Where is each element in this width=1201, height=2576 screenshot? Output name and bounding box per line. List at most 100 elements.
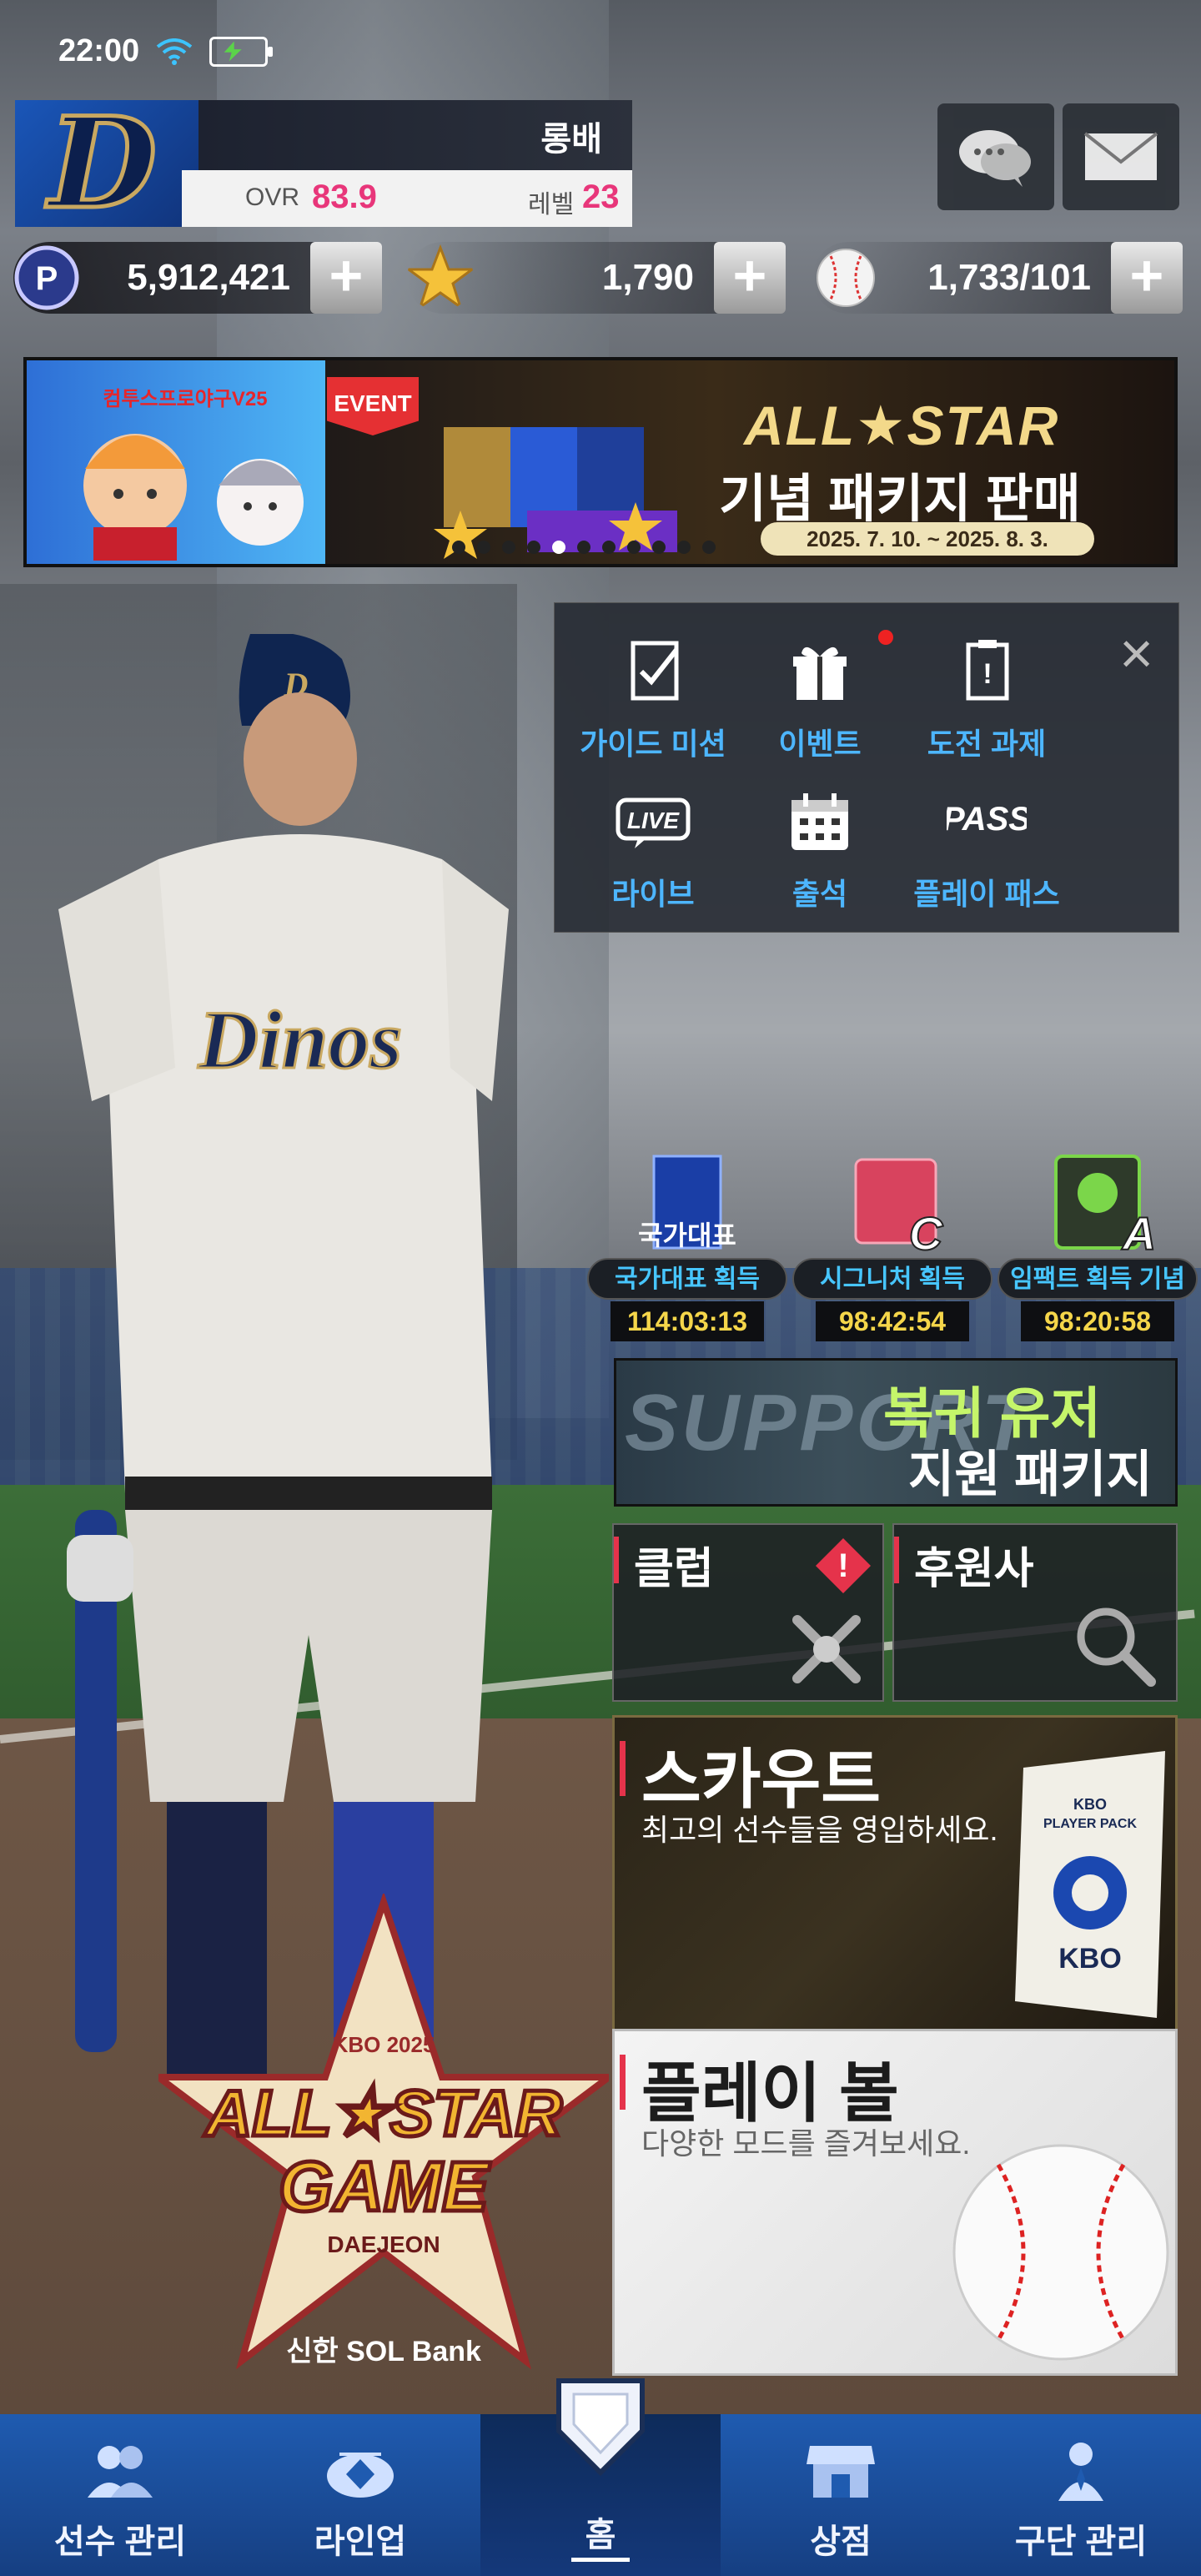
support-subtitle: 지원 패키지 bbox=[908, 1446, 1153, 1502]
nav-home-indicator bbox=[571, 2558, 630, 2562]
add-stars-button[interactable]: + bbox=[714, 242, 786, 314]
chat-button[interactable] bbox=[937, 103, 1054, 210]
gift-icon bbox=[793, 647, 847, 700]
stadium-icon bbox=[327, 2453, 394, 2498]
national-team-art-text: 국가대표 bbox=[638, 1220, 736, 1250]
banner-date: 2025. 7. 10. ~ 2025. 8. 3. bbox=[761, 522, 1094, 556]
scout-card[interactable]: 스카우트 최고의 선수들을 영입하세요. KBO PLAYER PACK KBO bbox=[612, 1715, 1178, 2044]
calendar-icon bbox=[791, 793, 848, 850]
impact-event[interactable]: A 임팩트 획득 기념 98:20:58 bbox=[997, 1151, 1198, 1343]
allstar-line1: ALL★STAR bbox=[204, 2076, 562, 2150]
status-bar: 22:00 bbox=[58, 33, 274, 69]
banner-page-dot[interactable] bbox=[652, 541, 666, 554]
signature-art-text: C bbox=[909, 1207, 944, 1260]
level-label: 레벨 bbox=[528, 191, 575, 219]
nav-home[interactable]: 홈 bbox=[480, 2378, 721, 2576]
pass-icon: PASS bbox=[947, 801, 1027, 838]
allstar-game-logo: KBO 2025 ALL★STAR GAME DAEJEON 신한 SOL Ba… bbox=[158, 1894, 609, 2370]
guide-mission-button[interactable]: 가이드 미션 bbox=[571, 620, 735, 767]
live-badge-text: LIVE bbox=[627, 808, 681, 833]
event-notification-dot bbox=[878, 630, 893, 645]
kbo-player-pack-icon: KBO PLAYER PACK KBO bbox=[1015, 1751, 1165, 2018]
nav-home-label: 홈 bbox=[585, 2517, 616, 2553]
banner-pagination[interactable] bbox=[452, 541, 716, 554]
banner-page-dot[interactable] bbox=[477, 541, 490, 554]
signature-card-icon: C bbox=[854, 1158, 945, 1260]
manager-name: 롱배 bbox=[540, 121, 602, 158]
currency-balls[interactable]: 1,733/101 + bbox=[812, 242, 1183, 314]
banner-page-dot[interactable] bbox=[552, 541, 565, 554]
national-team-card-icon: 국가대표 bbox=[638, 1155, 736, 1250]
nav-lineup[interactable]: 라인업 bbox=[240, 2414, 480, 2576]
challenge-button[interactable]: ! 도전 과제 bbox=[905, 620, 1068, 767]
currency-stars[interactable]: 1,790 + bbox=[407, 242, 786, 314]
impact-art-text: A bbox=[1121, 1207, 1156, 1260]
manager-icon bbox=[1058, 2443, 1103, 2501]
profile-panel[interactable]: D 롱배 OVR 83.9 레벨 23 bbox=[15, 100, 632, 227]
scout-subtitle: 최고의 선수들을 영입하세요. bbox=[641, 1813, 998, 1847]
pack-line1: KBO bbox=[1073, 1796, 1107, 1813]
sponsor-card[interactable]: 후원사 bbox=[892, 1523, 1178, 1702]
wifi-icon bbox=[156, 38, 193, 65]
impact-card-icon: A bbox=[1054, 1155, 1157, 1260]
play-pass-button[interactable]: PASS 플레이 패스 bbox=[905, 770, 1068, 917]
name-bar: 롱배 bbox=[198, 100, 632, 170]
club-red-bar bbox=[614, 1537, 619, 1583]
add-points-button[interactable]: + bbox=[310, 242, 382, 314]
quick-menu: 가이드 미션 이벤트 ! 도전 과제 × LIVE 라이브 출석 PASS 플레… bbox=[554, 602, 1179, 933]
banner-page-dot[interactable] bbox=[527, 541, 540, 554]
banner-cards-art bbox=[434, 427, 677, 559]
banner-characters-art: 컴투스프로야구V25 bbox=[83, 388, 304, 561]
nav-players[interactable]: 선수 관리 bbox=[0, 2414, 240, 2576]
play-pass-label: 플레이 패스 bbox=[913, 877, 1060, 911]
points-value: 5,912,421 bbox=[127, 257, 290, 298]
svg-text:P: P bbox=[36, 260, 58, 297]
p-point-icon: P bbox=[14, 245, 79, 310]
status-time: 22:00 bbox=[58, 33, 140, 68]
banner-page-dot[interactable] bbox=[502, 541, 515, 554]
add-balls-button[interactable]: + bbox=[1111, 242, 1183, 314]
allstar-city: DAEJEON bbox=[327, 2231, 440, 2257]
banner-page-dot[interactable] bbox=[577, 541, 590, 554]
chat-icon bbox=[959, 130, 1031, 187]
live-label: 라이브 bbox=[611, 877, 695, 911]
pass-badge-text: PASS bbox=[947, 801, 1027, 838]
currency-points[interactable]: P 5,912,421 + bbox=[13, 242, 382, 314]
event-button[interactable]: 이벤트 bbox=[738, 620, 902, 767]
attendance-button[interactable]: 출석 bbox=[738, 770, 902, 917]
nav-shop-label: 상점 bbox=[810, 2523, 872, 2560]
play-ball-card[interactable]: 플레이 볼 다양한 모드를 즐겨보세요. bbox=[612, 2029, 1178, 2376]
mail-icon bbox=[1083, 132, 1158, 180]
jersey-text: Dinos bbox=[198, 994, 403, 1086]
banner-page-dot[interactable] bbox=[677, 541, 691, 554]
ovr-value: 83.9 bbox=[312, 179, 377, 215]
play-ball-subtitle: 다양한 모드를 즐겨보세요. bbox=[641, 2126, 971, 2161]
mail-button[interactable] bbox=[1063, 103, 1179, 210]
home-plate-icon bbox=[556, 2378, 645, 2477]
impact-timer: 98:20:58 bbox=[1021, 1301, 1174, 1341]
nav-shop[interactable]: 상점 bbox=[721, 2414, 961, 2576]
banner-page-dot[interactable] bbox=[627, 541, 641, 554]
national-team-event[interactable]: 국가대표 국가대표 획득 114:03:13 bbox=[587, 1151, 787, 1343]
banner-title: ALL★STAR bbox=[744, 395, 1060, 456]
signature-event[interactable]: C 시그니처 획득 98:42:54 bbox=[792, 1151, 992, 1343]
crossed-bats-icon bbox=[792, 1615, 861, 1683]
returning-user-banner[interactable]: SUPPORT 복귀 유저 지원 패키지 bbox=[614, 1358, 1178, 1507]
baseball-graphic bbox=[952, 2144, 1169, 2361]
live-button[interactable]: LIVE 라이브 bbox=[571, 770, 735, 917]
scout-red-bar bbox=[620, 1741, 626, 1796]
play-ball-red-bar bbox=[620, 2055, 626, 2110]
nav-manager[interactable]: 구단 관리 bbox=[961, 2414, 1201, 2576]
banner-subtitle: 기념 패키지 판매 bbox=[719, 470, 1081, 528]
banner-page-dot[interactable] bbox=[602, 541, 616, 554]
event-banner[interactable]: 컴투스프로야구V25 EVENT ALL★STAR 기념 패키지 판매 2025… bbox=[23, 357, 1178, 567]
ovr-label: OVR bbox=[245, 184, 300, 211]
event-tag: EVENT bbox=[327, 377, 419, 435]
club-card[interactable]: 클럽 ! bbox=[612, 1523, 884, 1702]
banner-page-dot[interactable] bbox=[452, 541, 465, 554]
allstar-sponsor: 신한 SOL Bank bbox=[286, 2336, 481, 2367]
banner-page-dot[interactable] bbox=[702, 541, 716, 554]
close-icon[interactable]: × bbox=[1119, 624, 1153, 682]
pack-brand: KBO bbox=[1058, 1943, 1122, 1975]
svg-text:!: ! bbox=[982, 658, 992, 690]
